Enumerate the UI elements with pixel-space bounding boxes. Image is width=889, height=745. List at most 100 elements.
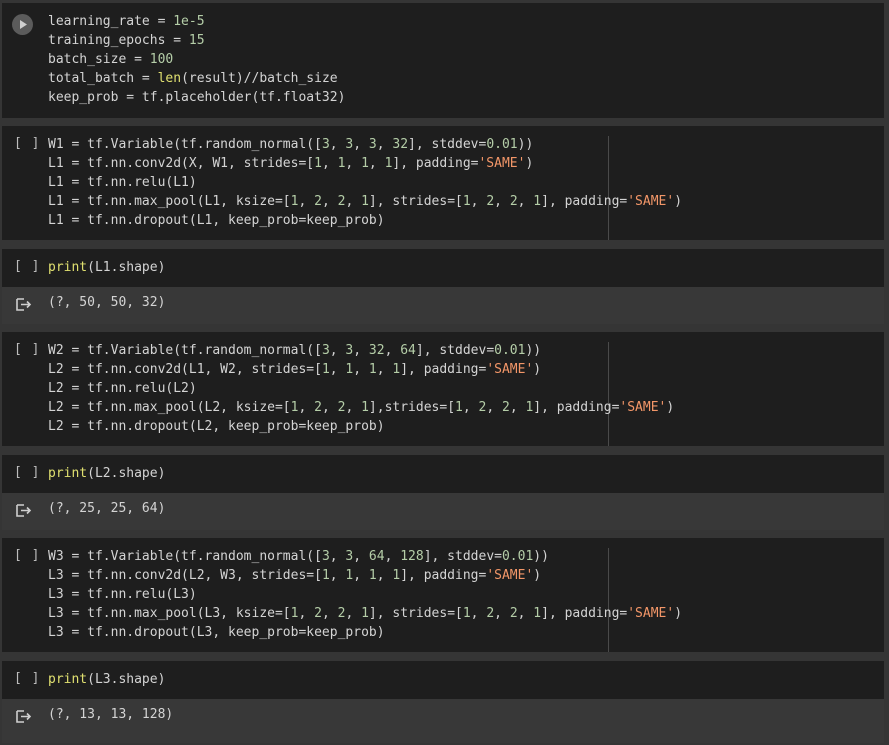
code-line[interactable]: training_epochs = 15 xyxy=(48,31,345,50)
code-line[interactable]: L2 = tf.nn.conv2d(L1, W2, strides=[1, 1,… xyxy=(48,360,674,379)
code-token: , xyxy=(470,606,487,621)
code-token: 2 xyxy=(314,606,322,621)
code-line[interactable]: L3 = tf.nn.relu(L3) xyxy=(48,585,682,604)
code-cell-5[interactable]: [ ] print(L2.shape) xyxy=(2,455,884,493)
code-cell-1[interactable]: learning_rate = 1e-5 training_epochs = 15… xyxy=(2,3,884,118)
cell-output: (?, 13, 13, 128) xyxy=(2,699,884,743)
code-line[interactable]: L3 = tf.nn.max_pool(L3, ksize=[1, 2, 2, … xyxy=(48,604,682,623)
code-editor[interactable]: W3 = tf.Variable(tf.random_normal([3, 3,… xyxy=(48,547,682,642)
execution-count[interactable]: [ ] xyxy=(14,136,40,151)
code-line[interactable]: keep_prob = tf.placeholder(tf.float32) xyxy=(48,88,345,107)
code-token: ], padding= xyxy=(400,568,487,583)
code-token: ], stddev= xyxy=(415,343,495,358)
output-text: (?, 50, 50, 32) xyxy=(48,295,166,310)
code-line[interactable]: L2 = tf.nn.dropout(L2, keep_prob=keep_pr… xyxy=(48,417,674,436)
execution-count[interactable]: [ ] xyxy=(14,259,40,274)
code-token: , xyxy=(376,137,393,152)
code-line[interactable]: L3 = tf.nn.dropout(L3, keep_prob=keep_pr… xyxy=(48,623,682,642)
run-cell-button[interactable] xyxy=(12,14,33,35)
execution-count[interactable]: [ ] xyxy=(14,671,40,686)
code-token: L3 = tf.nn.dropout(L3, keep_prob=keep_pr… xyxy=(48,625,385,640)
code-token: , xyxy=(353,137,369,152)
code-token: , xyxy=(517,606,534,621)
execution-count[interactable]: [ ] xyxy=(14,465,40,480)
code-token: 0.01 xyxy=(494,343,526,358)
output-arrow-icon[interactable] xyxy=(16,298,32,312)
code-token: L1 = tf.nn.relu(L1) xyxy=(48,175,197,190)
execution-count[interactable]: [ ] xyxy=(14,342,40,357)
code-token: ], padding= xyxy=(541,194,628,209)
code-cell-2[interactable]: [ ] W1 = tf.Variable(tf.random_normal([3… xyxy=(2,126,884,240)
code-editor[interactable]: W1 = tf.Variable(tf.random_normal([3, 3,… xyxy=(48,135,682,230)
code-token: ) xyxy=(525,156,534,171)
code-token: batch_size = xyxy=(48,52,150,67)
code-token: )) xyxy=(533,549,549,564)
code-editor[interactable]: W2 = tf.Variable(tf.random_normal([3, 3,… xyxy=(48,341,674,436)
code-token: , xyxy=(298,606,315,621)
code-cell-6[interactable]: [ ] W3 = tf.Variable(tf.random_normal([3… xyxy=(2,538,884,652)
code-token: 2 xyxy=(501,400,510,415)
code-token: 32 xyxy=(368,343,385,358)
code-line[interactable]: W1 = tf.Variable(tf.random_normal([3, 3,… xyxy=(48,135,682,154)
code-token: , xyxy=(329,362,346,377)
code-token: 2 xyxy=(486,606,495,621)
code-line[interactable]: W3 = tf.Variable(tf.random_normal([3, 3,… xyxy=(48,547,682,566)
code-line[interactable]: L1 = tf.nn.relu(L1) xyxy=(48,173,682,192)
output-arrow-icon[interactable] xyxy=(16,710,32,724)
code-line[interactable]: L1 = tf.nn.dropout(L1, keep_prob=keep_pr… xyxy=(48,211,682,230)
code-token: learning_rate = xyxy=(48,14,174,29)
code-editor[interactable]: learning_rate = 1e-5 training_epochs = 15… xyxy=(48,12,345,107)
code-editor[interactable]: print(L3.shape) xyxy=(48,670,165,689)
code-cell-7[interactable]: [ ] print(L3.shape) xyxy=(2,661,884,699)
code-token: , xyxy=(345,606,362,621)
code-token: , xyxy=(298,400,315,415)
code-cell-4[interactable]: [ ] W2 = tf.Variable(tf.random_normal([3… xyxy=(2,332,884,446)
code-token: ) xyxy=(533,362,542,377)
code-token: (result)//batch_size xyxy=(181,71,338,86)
code-editor[interactable]: print(L2.shape) xyxy=(48,464,165,483)
code-token: , xyxy=(321,194,338,209)
code-line[interactable]: batch_size = 100 xyxy=(48,50,345,69)
code-token: , xyxy=(353,549,369,564)
code-line[interactable]: L3 = tf.nn.conv2d(L2, W3, strides=[1, 1,… xyxy=(48,566,682,585)
code-line[interactable]: print(L2.shape) xyxy=(48,464,165,483)
code-token: (L3.shape) xyxy=(87,672,166,687)
code-line[interactable]: W2 = tf.Variable(tf.random_normal([3, 3,… xyxy=(48,341,674,360)
code-line[interactable]: L1 = tf.nn.conv2d(X, W1, strides=[1, 1, … xyxy=(48,154,682,173)
code-line[interactable]: total_batch = len(result)//batch_size xyxy=(48,69,345,88)
code-editor[interactable]: print(L1.shape) xyxy=(48,258,165,277)
code-token: total_batch = xyxy=(48,71,158,86)
code-token: len xyxy=(157,71,182,86)
output-arrow-icon[interactable] xyxy=(16,504,32,518)
code-token: , xyxy=(384,549,401,564)
code-token: print xyxy=(48,260,88,275)
code-token: 1 xyxy=(361,194,369,209)
code-line[interactable]: print(L1.shape) xyxy=(48,258,165,277)
code-token: , xyxy=(329,568,346,583)
code-line[interactable]: L2 = tf.nn.max_pool(L2, ksize=[1, 2, 2, … xyxy=(48,398,674,417)
execution-count[interactable]: [ ] xyxy=(14,548,40,563)
code-token: 1 xyxy=(321,362,330,377)
code-line[interactable]: L1 = tf.nn.max_pool(L1, ksize=[1, 2, 2, … xyxy=(48,192,682,211)
code-token: 2 xyxy=(509,606,518,621)
code-token: , xyxy=(353,362,369,377)
output-text: (?, 13, 13, 128) xyxy=(48,707,174,722)
code-token: ], strides=[ xyxy=(368,606,463,621)
code-token: 64 xyxy=(368,549,385,564)
code-token: L1 = tf.nn.conv2d(X, W1, strides=[ xyxy=(48,156,315,171)
code-token: L2 = tf.nn.conv2d(L1, W2, strides=[ xyxy=(48,362,322,377)
code-line[interactable]: L2 = tf.nn.relu(L2) xyxy=(48,379,674,398)
code-token: 2 xyxy=(314,194,322,209)
code-line[interactable]: learning_rate = 1e-5 xyxy=(48,12,345,31)
code-token: L2 = tf.nn.relu(L2) xyxy=(48,381,197,396)
code-token: 3 xyxy=(321,137,330,152)
code-token: 1 xyxy=(462,606,471,621)
code-token: 0.01 xyxy=(501,549,534,564)
code-token: , xyxy=(462,400,479,415)
code-line[interactable]: print(L3.shape) xyxy=(48,670,165,689)
code-token: , xyxy=(329,137,346,152)
code-cell-3[interactable]: [ ] print(L1.shape) xyxy=(2,249,884,287)
code-token: L1 = tf.nn.max_pool(L1, ksize=[ xyxy=(48,194,291,209)
code-token: print xyxy=(48,672,88,687)
code-token: 1 xyxy=(368,362,377,377)
